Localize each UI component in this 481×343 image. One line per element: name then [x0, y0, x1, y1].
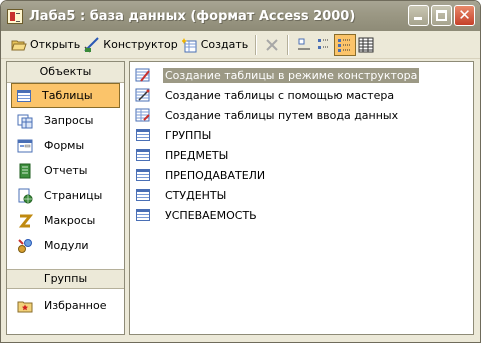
table-row-grades[interactable]: УСПЕВАЕМОСТЬ	[135, 206, 259, 224]
sidebar-item-macros[interactable]: Макросы	[7, 208, 124, 233]
new-object-icon	[181, 37, 197, 52]
list-view-icon	[338, 38, 352, 52]
open-button[interactable]: Открыть	[9, 34, 82, 56]
details-view-icon	[358, 37, 374, 52]
delete-button[interactable]	[262, 34, 282, 56]
create-label: Создать	[200, 38, 249, 51]
objects-bar: Объекты Таблицы Запросы Формы Отчеты Стр…	[6, 61, 125, 335]
table-icon	[136, 189, 150, 201]
toolbar-separator	[287, 34, 290, 55]
sidebar-item-label: Запросы	[44, 114, 94, 127]
datasheet-wizard-icon	[135, 108, 150, 122]
list-item-label: УСПЕВАЕМОСТЬ	[165, 208, 257, 222]
sidebar-item-forms[interactable]: Формы	[7, 133, 124, 158]
list-view-button[interactable]	[334, 33, 357, 56]
table-icon	[136, 129, 150, 141]
list-item-label: ГРУППЫ	[165, 128, 212, 142]
sidebar-item-label: Формы	[44, 139, 85, 152]
list-item-label: ПРЕДМЕТЫ	[165, 148, 229, 162]
table-row-groups[interactable]: ГРУППЫ	[135, 126, 213, 144]
page-icon	[18, 188, 33, 203]
large-icons-icon	[298, 38, 311, 49]
small-icons-icon	[318, 38, 330, 49]
table-icon	[136, 149, 150, 161]
details-view-button[interactable]	[356, 34, 376, 56]
toolbar-separator	[255, 34, 258, 55]
sidebar-item-tables[interactable]: Таблицы	[11, 83, 120, 108]
objects-header[interactable]: Объекты	[7, 62, 124, 83]
create-button[interactable]: Создать	[180, 34, 251, 56]
sidebar-item-label: Модули	[44, 239, 89, 252]
sidebar-item-label: Таблицы	[42, 89, 93, 102]
sidebar-item-pages[interactable]: Страницы	[7, 183, 124, 208]
open-label: Открыть	[30, 38, 81, 51]
small-icons-button[interactable]	[314, 34, 334, 56]
window-title: Лаба5 : база данных (формат Access 2000)	[29, 8, 356, 24]
list-item-label: Создание таблицы с помощью мастера	[165, 88, 395, 102]
title-bar[interactable]: Лаба5 : база данных (формат Access 2000)…	[1, 1, 480, 31]
list-item-label: ПРЕПОДАВАТЕЛИ	[165, 168, 266, 182]
module-icon	[18, 238, 32, 253]
table-icon	[17, 89, 31, 102]
sidebar-item-label: Избранное	[44, 299, 107, 312]
table-icon	[136, 169, 150, 181]
table-row-students[interactable]: СТУДЕНТЫ	[135, 186, 228, 204]
form-icon	[17, 139, 33, 152]
sidebar-item-reports[interactable]: Отчеты	[7, 158, 124, 183]
list-item-label: Создание таблицы путем ввода данных	[165, 108, 399, 122]
minimize-button[interactable]	[408, 5, 429, 26]
sidebar-item-queries[interactable]: Запросы	[7, 108, 124, 133]
database-window: Лаба5 : база данных (формат Access 2000)…	[0, 0, 481, 343]
table-row-teachers[interactable]: ПРЕПОДАВАТЕЛИ	[135, 166, 267, 184]
design-button[interactable]: Конструктор	[82, 34, 179, 56]
design-icon	[84, 36, 99, 53]
macro-icon	[18, 214, 33, 227]
maximize-icon	[436, 10, 447, 21]
minimize-icon	[414, 17, 422, 20]
object-list: Создание таблицы в режиме конструктора С…	[129, 61, 474, 335]
sidebar-item-label: Страницы	[44, 189, 103, 202]
list-item-design-wizard[interactable]: Создание таблицы в режиме конструктора	[135, 66, 420, 84]
maximize-button[interactable]	[431, 5, 452, 26]
close-button[interactable]: ✕	[454, 5, 475, 26]
favorites-folder-icon	[17, 301, 33, 312]
open-icon	[11, 40, 27, 50]
design-label: Конструктор	[103, 38, 178, 51]
list-item-datasheet-wizard[interactable]: Создание таблицы путем ввода данных	[135, 106, 400, 124]
query-icon	[17, 114, 33, 128]
sidebar-item-modules[interactable]: Модули	[7, 233, 124, 258]
toolbar: Открыть Конструктор Создать	[1, 31, 480, 59]
table-row-subjects[interactable]: ПРЕДМЕТЫ	[135, 146, 230, 164]
close-icon: ✕	[458, 6, 471, 24]
groups-header[interactable]: Группы	[7, 269, 124, 289]
list-item-label: СТУДЕНТЫ	[165, 188, 227, 202]
large-icons-button[interactable]	[294, 34, 314, 56]
design-wizard-icon	[135, 68, 150, 82]
access-db-icon	[7, 8, 23, 24]
wizard-icon	[135, 88, 150, 102]
list-item-label: Создание таблицы в режиме конструктора	[163, 67, 420, 83]
sidebar-item-label: Отчеты	[44, 164, 88, 177]
table-icon	[136, 209, 150, 221]
sidebar-item-label: Макросы	[44, 214, 96, 227]
list-item-wizard[interactable]: Создание таблицы с помощью мастера	[135, 86, 396, 104]
report-icon	[19, 163, 31, 178]
sidebar-item-favorites[interactable]: Избранное	[7, 293, 124, 318]
delete-icon	[266, 38, 278, 51]
